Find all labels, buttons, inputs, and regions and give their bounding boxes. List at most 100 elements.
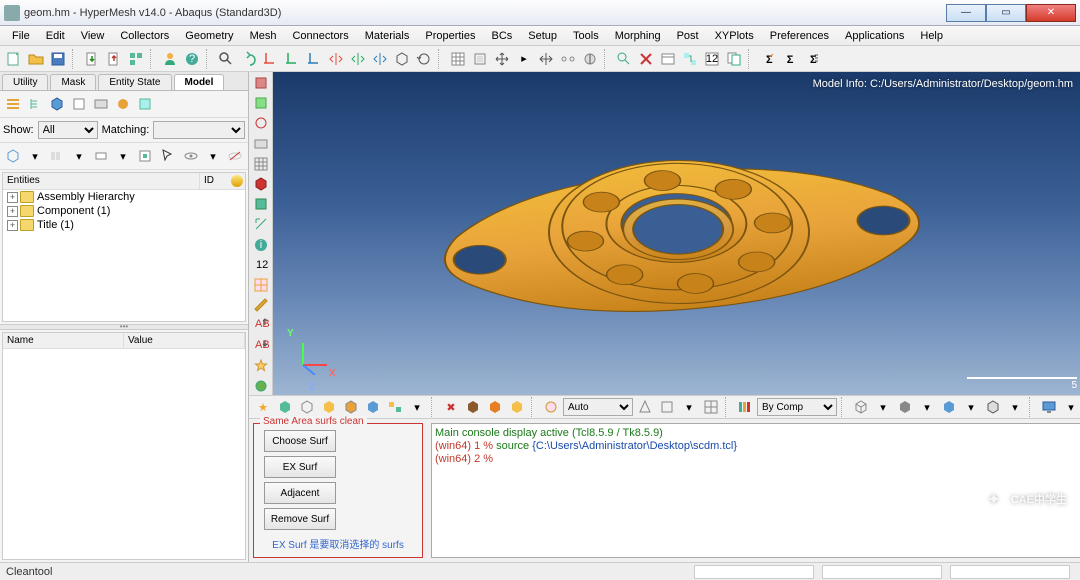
hide-icon[interactable]: [91, 146, 111, 166]
section-icon[interactable]: [580, 49, 600, 69]
help-icon[interactable]: ?: [182, 49, 202, 69]
menu-setup[interactable]: Setup: [520, 28, 565, 44]
view-cube-icon[interactable]: [47, 94, 67, 114]
solid-cube-icon[interactable]: [895, 397, 915, 417]
sigma-edit-icon[interactable]: Σ: [758, 49, 778, 69]
organize-icon[interactable]: [680, 49, 700, 69]
3d-viewport[interactable]: Model Info: C:/Users/Administrator/Deskt…: [273, 72, 1080, 395]
edge-cube-icon[interactable]: [983, 397, 1003, 417]
screen-icon[interactable]: [1039, 397, 1059, 417]
tab-entity-state[interactable]: Entity State: [98, 74, 171, 90]
tab-utility[interactable]: Utility: [2, 74, 48, 90]
remove-surf-button[interactable]: Remove Surf: [264, 508, 336, 530]
tree-item-title[interactable]: +Title (1): [3, 218, 245, 232]
ortho-icon[interactable]: [657, 397, 677, 417]
display-hidden-icon[interactable]: [341, 397, 361, 417]
menu-tools[interactable]: Tools: [565, 28, 607, 44]
side-tool-measure-icon[interactable]: [251, 296, 271, 314]
mesh-style-icon[interactable]: [701, 397, 721, 417]
display-shaded-icon[interactable]: [275, 397, 295, 417]
abc-up-icon[interactable]: ABC: [251, 316, 271, 334]
ex-surf-button[interactable]: EX Surf: [264, 456, 336, 478]
tab-model[interactable]: Model: [174, 74, 225, 90]
zoom-icon[interactable]: [216, 49, 236, 69]
window-minimize-button[interactable]: —: [946, 4, 986, 22]
shrink-icon[interactable]: [470, 49, 490, 69]
tab-mask[interactable]: Mask: [50, 74, 96, 90]
plane-yz-icon[interactable]: [282, 49, 302, 69]
shaded-cube-icon[interactable]: [939, 397, 959, 417]
window-maximize-button[interactable]: ▭: [986, 4, 1026, 22]
iso-view-icon[interactable]: [392, 49, 412, 69]
menu-mesh[interactable]: Mesh: [242, 28, 285, 44]
render-mode-dropdown[interactable]: Auto: [563, 398, 633, 416]
display-mixed-icon[interactable]: [363, 397, 383, 417]
menu-view[interactable]: View: [73, 28, 113, 44]
light-icon[interactable]: [541, 397, 561, 417]
color-by-dropdown[interactable]: By Comp: [757, 398, 837, 416]
perspective-icon[interactable]: [635, 397, 655, 417]
menu-geometry[interactable]: Geometry: [177, 28, 241, 44]
menu-properties[interactable]: Properties: [417, 28, 483, 44]
copy-icon[interactable]: [724, 49, 744, 69]
panel-splitter[interactable]: •••: [0, 324, 248, 330]
numbers-icon[interactable]: 123: [251, 256, 271, 274]
plane-xy-icon[interactable]: [260, 49, 280, 69]
chevron-down-icon[interactable]: ▾: [1061, 397, 1080, 417]
measure-icon[interactable]: [558, 49, 578, 69]
view-material-icon[interactable]: [113, 94, 133, 114]
menu-post[interactable]: Post: [669, 28, 707, 44]
find-icon[interactable]: [614, 49, 634, 69]
arrow-right-icon[interactable]: ▸: [514, 49, 534, 69]
chevron-down-icon[interactable]: ▾: [203, 146, 223, 166]
side-tool-4-icon[interactable]: [251, 135, 271, 153]
card-icon[interactable]: [658, 49, 678, 69]
side-tool-grid-icon[interactable]: [251, 276, 271, 294]
adjacent-button[interactable]: Adjacent: [264, 482, 336, 504]
side-tool-5-icon[interactable]: [251, 155, 271, 173]
favorite-icon[interactable]: ★: [253, 397, 273, 417]
reflect-y-icon[interactable]: [348, 49, 368, 69]
expand-icon[interactable]: [536, 49, 556, 69]
tree-item-assembly[interactable]: +Assembly Hierarchy: [3, 190, 245, 204]
cursor-icon[interactable]: [157, 146, 177, 166]
import-icon[interactable]: [82, 49, 102, 69]
pan-icon[interactable]: [492, 49, 512, 69]
display-wire-icon[interactable]: [297, 397, 317, 417]
info-icon[interactable]: i: [251, 236, 271, 254]
side-tool-6-icon[interactable]: [251, 175, 271, 193]
menu-collectors[interactable]: Collectors: [112, 28, 177, 44]
menu-bcs[interactable]: BCs: [484, 28, 521, 44]
reflect-z-icon[interactable]: [370, 49, 390, 69]
chevron-down-icon[interactable]: ▾: [679, 397, 699, 417]
tree-item-component[interactable]: +Component (1): [3, 204, 245, 218]
sigma-list-icon[interactable]: Σ: [802, 49, 822, 69]
plane-xz-icon[interactable]: [304, 49, 324, 69]
color-legend-icon[interactable]: [735, 397, 755, 417]
isolate-icon[interactable]: [135, 146, 155, 166]
undo-icon[interactable]: [238, 49, 258, 69]
side-tool-sphere-icon[interactable]: [251, 377, 271, 395]
save-icon[interactable]: [48, 49, 68, 69]
selector-icon[interactable]: [3, 146, 23, 166]
new-model-icon[interactable]: [4, 49, 24, 69]
abc-down-icon[interactable]: ABC: [251, 336, 271, 354]
side-tool-star-icon[interactable]: [251, 357, 271, 375]
renumber-icon[interactable]: 12: [702, 49, 722, 69]
chevron-down-icon[interactable]: ▾: [961, 397, 981, 417]
menu-help[interactable]: Help: [912, 28, 951, 44]
view-list-icon[interactable]: [3, 94, 23, 114]
menu-materials[interactable]: Materials: [357, 28, 418, 44]
side-tool-7-icon[interactable]: [251, 195, 271, 213]
delete-icon[interactable]: [636, 49, 656, 69]
sigma-icon[interactable]: Σ: [780, 49, 800, 69]
display-orange-icon[interactable]: [485, 397, 505, 417]
menu-applications[interactable]: Applications: [837, 28, 912, 44]
menu-xyplots[interactable]: XYPlots: [707, 28, 762, 44]
show-all-icon[interactable]: [47, 146, 67, 166]
eye-off-icon[interactable]: [225, 146, 245, 166]
chevron-down-icon[interactable]: ▾: [407, 397, 427, 417]
chevron-down-icon[interactable]: ▾: [113, 146, 133, 166]
menu-preferences[interactable]: Preferences: [762, 28, 837, 44]
export-icon[interactable]: [104, 49, 124, 69]
